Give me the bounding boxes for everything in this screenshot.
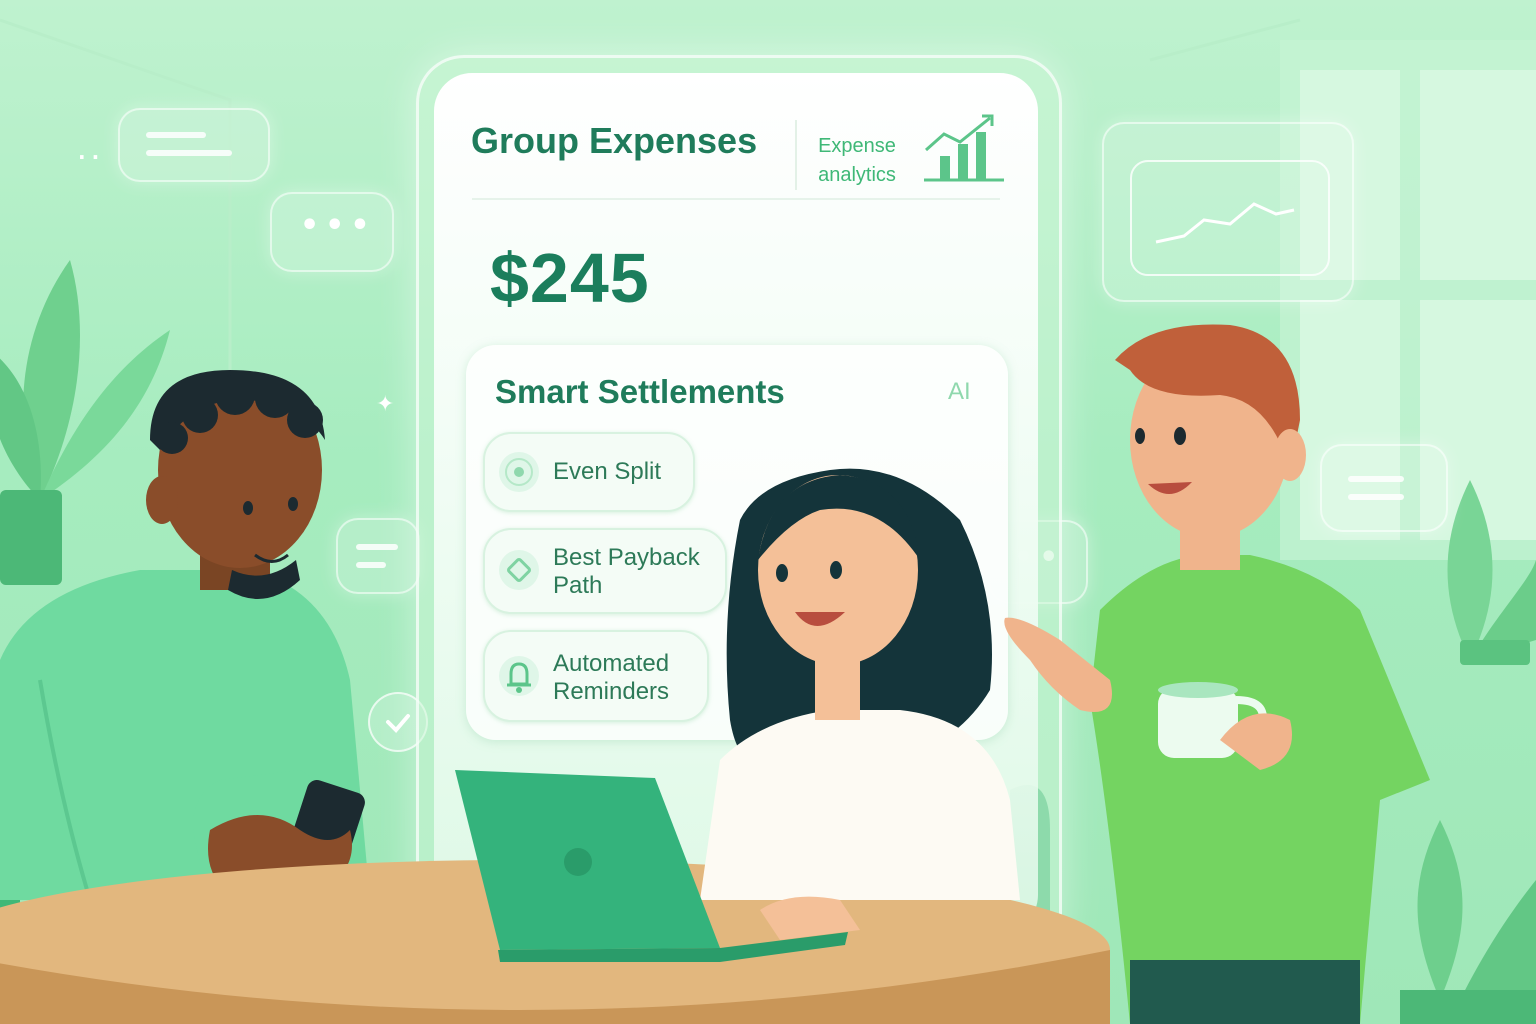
illustration-scene: .. ••• •• ✦ Group Expenses Expense analy… xyxy=(0,0,1536,1024)
people-illustration xyxy=(0,324,1430,1024)
woman-with-laptop xyxy=(700,468,1020,940)
man-with-phone xyxy=(0,370,370,901)
